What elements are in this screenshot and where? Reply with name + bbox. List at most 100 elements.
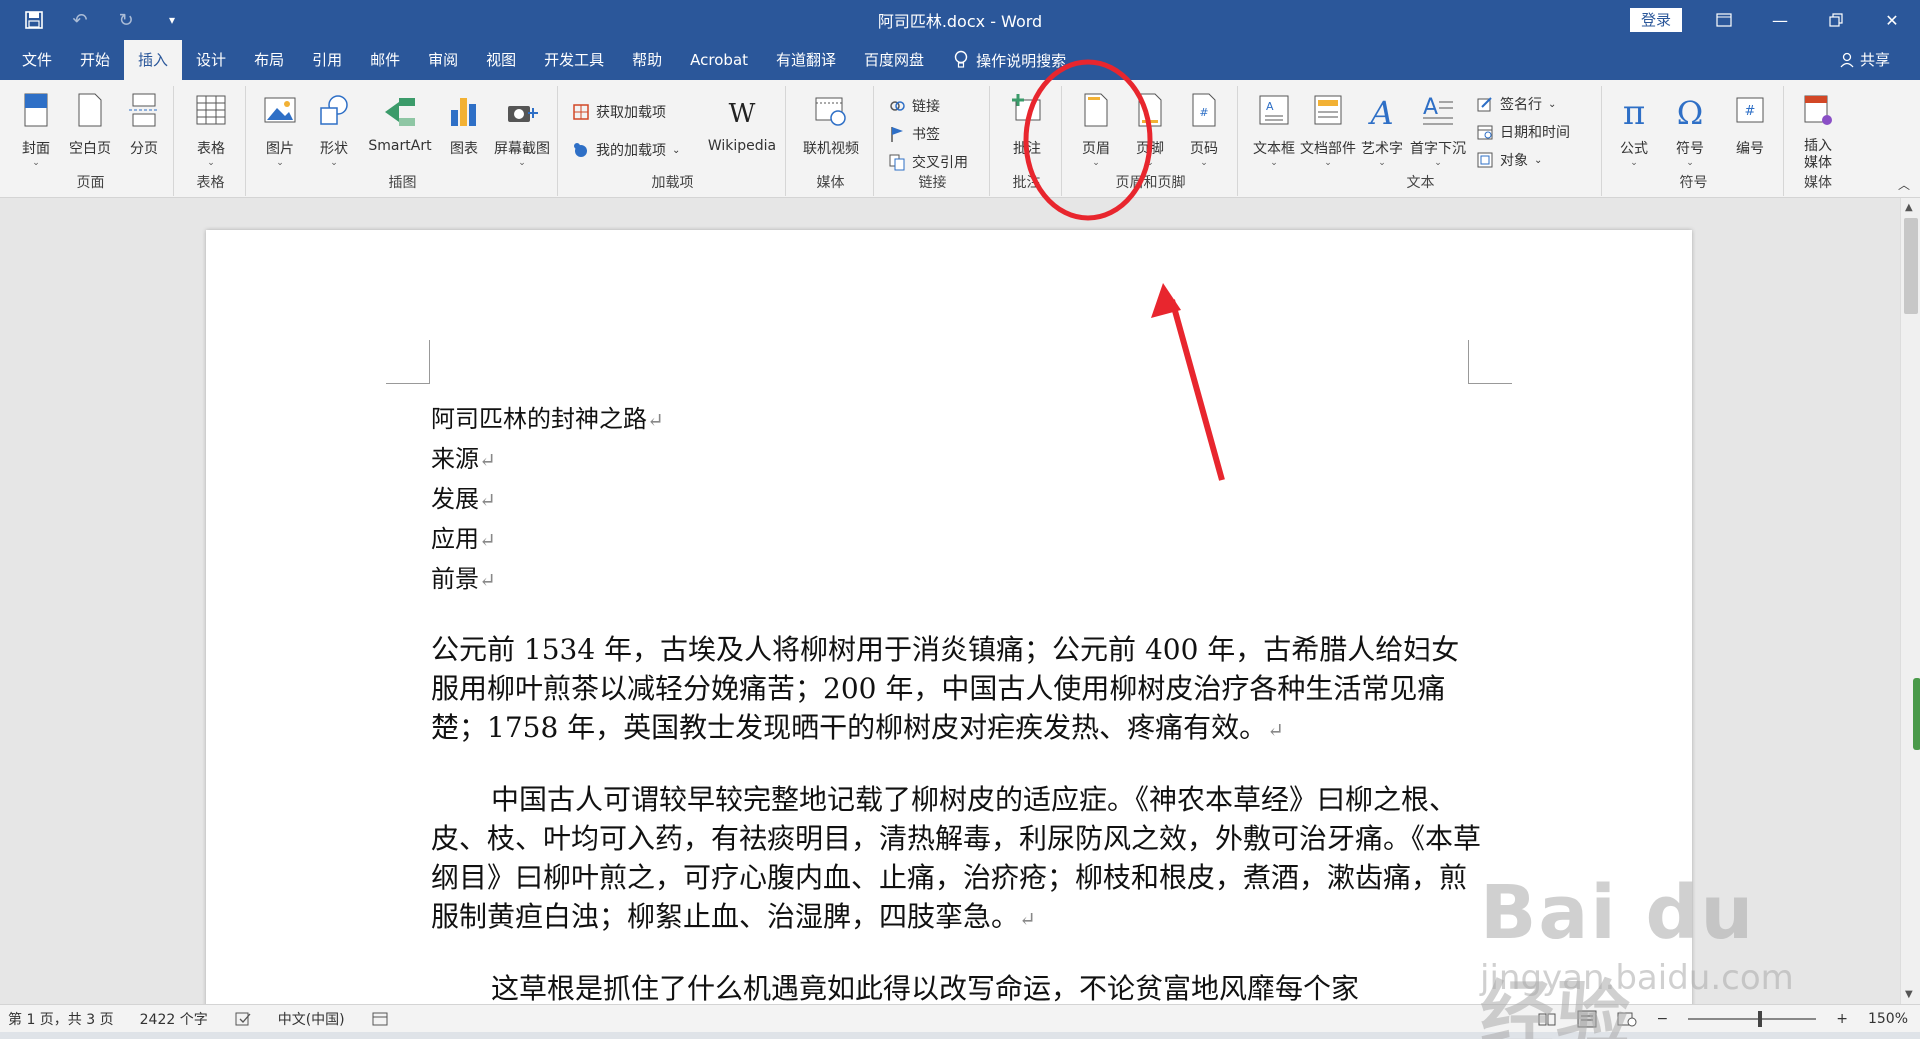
header-button[interactable]: 页眉 ⌄ (1068, 92, 1124, 168)
group-label-symbols: 符号 (1679, 175, 1708, 191)
page-number-button[interactable]: # 页码 ⌄ (1176, 92, 1232, 168)
group-label-text: 文本 (1406, 175, 1435, 191)
drop-cap-button[interactable]: A 首字下沉 ⌄ (1410, 92, 1466, 168)
get-addins-button[interactable]: 获取加载项 (572, 100, 666, 124)
page-number-icon: # (1187, 92, 1221, 132)
close-icon[interactable]: ✕ (1864, 0, 1920, 40)
symbol-button[interactable]: Ω 符号 ⌄ (1662, 92, 1718, 168)
link-button[interactable]: 链接 (888, 94, 940, 118)
tab-design[interactable]: 设计 (182, 40, 240, 80)
document-body[interactable]: 阿司匹林的封神之路↵ 来源↵ 发展↵ 应用↵ 前景↵ 公元前 1534 年，古埃… (431, 400, 1481, 1004)
shapes-button[interactable]: 形状 ⌄ (306, 92, 362, 168)
wikipedia-button[interactable]: W Wikipedia (700, 92, 784, 154)
body-paragraph[interactable]: 这草根是抓住了什么机遇竟如此得以改写命运，不论贫富地风靡每个家 (431, 969, 1481, 1004)
body-paragraph[interactable]: 中国古人可谓较早较完整地记载了柳树皮的适应症。《神农本草经》曰柳之根、皮、枝、叶… (431, 780, 1481, 939)
share-button[interactable]: 共享 (1840, 40, 1890, 80)
window-controls: — ✕ (1696, 0, 1920, 40)
body-paragraph[interactable]: 公元前 1534 年，古埃及人将柳树用于消炎镇痛；公元前 400 年，古希腊人给… (431, 630, 1481, 750)
cover-page-button[interactable]: 封面 ⌄ (8, 92, 64, 168)
cross-reference-button[interactable]: 交叉引用 (888, 150, 968, 174)
tab-references[interactable]: 引用 (298, 40, 356, 80)
drop-cap-icon: A (1421, 92, 1455, 132)
chart-button[interactable]: 图表 (436, 92, 492, 158)
page-break-button[interactable]: 分页 (116, 92, 172, 158)
group-addins: 获取加载项 我的加载项 ⌄ W Wikipedia 加载项 (560, 86, 786, 196)
ribbon-insert: 封面 ⌄ 空白页 分页 页面 表格 ⌄ 表格 图片 ⌄ 形状 ⌄ SmartAr… (0, 80, 1920, 198)
proofing-icon[interactable] (234, 1011, 252, 1027)
tell-me-search[interactable]: 操作说明搜索 (954, 50, 1066, 71)
heading-line[interactable]: 来源↵ (431, 440, 1481, 480)
header-icon (1079, 92, 1113, 132)
group-label-comments: 批注 (1012, 175, 1041, 191)
signature-line-button[interactable]: 签名行 ⌄ (1476, 92, 1556, 116)
heading-line[interactable]: 前景↵ (431, 560, 1481, 600)
paragraph-mark-icon: ↵ (647, 408, 664, 432)
group-media: 联机视频 媒体 (788, 86, 874, 196)
smartart-icon (383, 92, 417, 132)
group-label-header-footer: 页眉和页脚 (1115, 175, 1186, 191)
tab-youdao[interactable]: 有道翻译 (762, 40, 850, 80)
scroll-marker (1913, 678, 1920, 750)
comment-icon (1010, 92, 1044, 132)
number-icon: # (1733, 92, 1767, 132)
screenshot-button[interactable]: 屏幕截图 ⌄ (488, 92, 556, 168)
text-box-button[interactable]: A 文本框 ⌄ (1246, 92, 1302, 168)
insert-media-button[interactable]: 插入 媒体 (1790, 92, 1846, 172)
scroll-up-icon[interactable]: ▲ (1905, 202, 1913, 213)
crop-mark-top-left (386, 340, 430, 384)
tab-review[interactable]: 审阅 (414, 40, 472, 80)
group-label-media: 媒体 (816, 175, 845, 191)
restore-icon[interactable] (1808, 0, 1864, 40)
tab-developer[interactable]: 开发工具 (530, 40, 618, 80)
link-icon (890, 101, 905, 111)
tab-insert[interactable]: 插入 (124, 40, 183, 80)
heading-line[interactable]: 发展↵ (431, 480, 1481, 520)
page-count-status[interactable]: 第 1 页，共 3 页 (8, 1009, 114, 1029)
picture-button[interactable]: 图片 ⌄ (252, 92, 308, 168)
word-count-status[interactable]: 2422 个字 (140, 1009, 208, 1029)
heading-line[interactable]: 应用↵ (431, 520, 1481, 560)
object-button[interactable]: 对象 ⌄ (1476, 148, 1542, 172)
puzzle-icon (574, 143, 587, 157)
paragraph-mark-icon: ↵ (479, 568, 496, 592)
quick-parts-button[interactable]: 文档部件 ⌄ (1300, 92, 1356, 168)
tab-layout[interactable]: 布局 (240, 40, 298, 80)
online-video-icon (814, 92, 848, 132)
heading-line[interactable]: 阿司匹林的封神之路↵ (431, 400, 1481, 440)
tab-mailings[interactable]: 邮件 (356, 40, 414, 80)
svg-text:#: # (1745, 104, 1756, 119)
scroll-down-icon[interactable]: ▼ (1905, 989, 1913, 1000)
footer-button[interactable]: 页脚 ⌄ (1122, 92, 1178, 168)
online-video-button[interactable]: 联机视频 (792, 92, 870, 158)
tab-acrobat[interactable]: Acrobat (676, 40, 762, 80)
tab-baidu-netdisk[interactable]: 百度网盘 (850, 40, 938, 80)
tab-file[interactable]: 文件 (8, 40, 66, 80)
comment-button[interactable]: 批注 (999, 92, 1055, 158)
footer-icon (1133, 92, 1167, 132)
wikipedia-icon: W (725, 92, 759, 132)
number-button[interactable]: # 编号 (1722, 92, 1778, 158)
ribbon-display-options-icon[interactable] (1696, 0, 1752, 40)
vertical-scrollbar[interactable]: ▲ ▼ (1900, 198, 1920, 1004)
table-button[interactable]: 表格 ⌄ (183, 92, 239, 168)
collapse-ribbon-icon[interactable]: ︿ (1898, 176, 1910, 193)
tab-help[interactable]: 帮助 (618, 40, 676, 80)
svg-text:A: A (1367, 94, 1393, 132)
scroll-thumb[interactable] (1904, 218, 1918, 314)
person-icon (1840, 52, 1854, 68)
equation-button[interactable]: π 公式 ⌄ (1606, 92, 1662, 168)
my-addins-button[interactable]: 我的加载项 ⌄ (572, 138, 680, 162)
zoom-level[interactable]: 150% (1868, 1011, 1908, 1027)
bookmark-button[interactable]: 书签 (888, 122, 940, 146)
login-button[interactable]: 登录 (1630, 8, 1682, 32)
date-time-button[interactable]: 日期和时间 (1476, 120, 1570, 144)
tab-home[interactable]: 开始 (66, 40, 124, 80)
wordart-button[interactable]: A 艺术字 ⌄ (1354, 92, 1410, 168)
minimize-icon[interactable]: — (1752, 0, 1808, 40)
zoom-in-icon[interactable]: + (1836, 1011, 1848, 1027)
tab-view[interactable]: 视图 (472, 40, 530, 80)
blank-page-button[interactable]: 空白页 (62, 92, 118, 158)
smartart-button[interactable]: SmartArt (358, 92, 442, 154)
language-status[interactable]: 中文(中国) (278, 1009, 345, 1029)
macro-record-icon[interactable] (371, 1011, 389, 1027)
